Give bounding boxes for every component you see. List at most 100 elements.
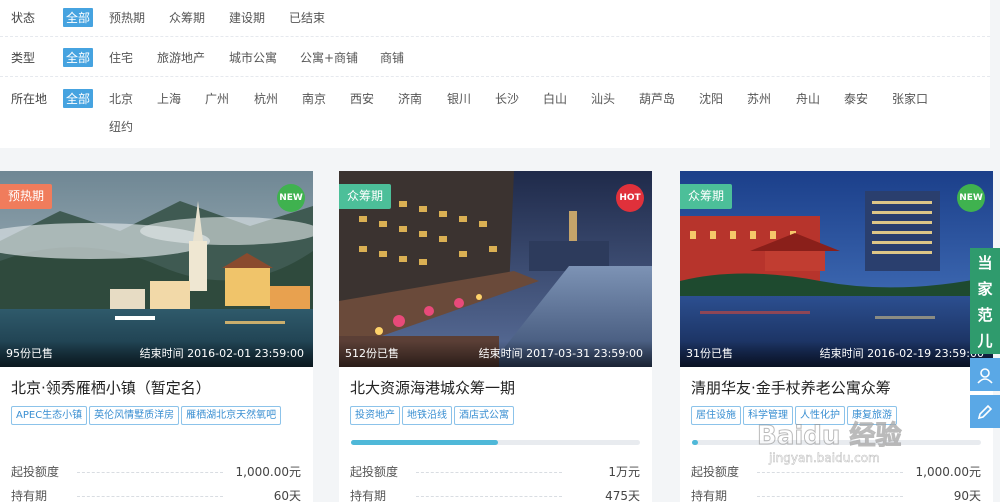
hot-badge: HOT [616, 184, 644, 212]
location-option[interactable]: 南京 [302, 90, 326, 107]
watermark-logo: Baidu 经验 [756, 421, 902, 452]
location-option[interactable]: 葫芦岛 [639, 90, 675, 107]
type-option-all[interactable]: 全部 [63, 48, 94, 67]
tag-chip: 居住设施 [691, 406, 741, 425]
filter-panel: 状态 全部 预热期 众筹期 建设期 已结束 类型 全部 住宅 旅游地产 城市公寓… [0, 0, 990, 148]
banner-char: 家 [977, 280, 993, 298]
sold-count: 31份已售 [686, 347, 733, 360]
location-option[interactable]: 杭州 [254, 90, 278, 107]
location-option[interactable]: 长沙 [495, 90, 519, 107]
location-option[interactable]: 沈阳 [699, 90, 723, 107]
status-option-ended[interactable]: 已结束 [289, 9, 325, 26]
min-investment-row: 起投额度 1,000.00元 [11, 463, 301, 481]
divider [416, 472, 562, 473]
divider [757, 496, 903, 497]
tag-chip: 雁栖湖北京天然氧吧 [181, 406, 282, 425]
status-option-preheat[interactable]: 预热期 [109, 9, 145, 26]
holding-period-row: 持有期 60天 [11, 487, 301, 502]
project-photo[interactable]: 预热期 NEW 95份已售 结束时间 2016-02-01 23:59:00 [0, 171, 313, 367]
watermark-url: jingyan.baidu.com [769, 451, 880, 466]
project-photo[interactable]: 众筹期 HOT 512份已售 结束时间 2017-03-31 23:59:00 [339, 171, 652, 367]
stage-tag: 预热期 [0, 184, 53, 209]
holding-period-value: 475天 [605, 489, 640, 502]
divider [416, 496, 562, 497]
funding-progress-bar [351, 440, 640, 445]
stage-tag: 众筹期 [339, 184, 392, 209]
project-title[interactable]: 清朋华友·金手杖养老公寓众筹 [691, 377, 891, 398]
min-investment-label: 起投额度 [691, 465, 740, 479]
status-option-crowdfunding[interactable]: 众筹期 [169, 9, 205, 26]
filter-label-status: 状态 [11, 11, 36, 25]
min-investment-value: 1,000.00元 [235, 465, 301, 479]
type-option-residential[interactable]: 住宅 [109, 49, 133, 66]
tag-chip: 地铁沿线 [402, 406, 452, 425]
banner-char: 儿 [977, 332, 993, 350]
stage-tag: 众筹期 [680, 184, 733, 209]
tag-chip: 投资地产 [350, 406, 400, 425]
project-card[interactable]: 众筹期 HOT 512份已售 结束时间 2017-03-31 23:59:00 … [339, 171, 652, 502]
holding-period-row: 持有期 90天 [691, 487, 981, 502]
funding-progress-fill [692, 440, 698, 445]
location-option[interactable]: 广州 [205, 90, 229, 107]
min-investment-row: 起投额度 1万元 [350, 463, 640, 481]
status-option-construction[interactable]: 建设期 [229, 9, 265, 26]
project-title[interactable]: 北大资源海港城众筹一期 [350, 377, 515, 398]
filter-row-location [0, 77, 990, 148]
location-option[interactable]: 舟山 [796, 90, 820, 107]
banner-char: 范 [977, 306, 993, 324]
location-option[interactable]: 白山 [543, 90, 567, 107]
type-option-apartment-shop[interactable]: 公寓+商铺 [300, 49, 358, 66]
min-investment-value: 1万元 [608, 465, 640, 479]
customer-service-button[interactable] [970, 358, 1000, 391]
location-option[interactable]: 纽约 [109, 118, 133, 135]
type-option-apartment[interactable]: 城市公寓 [229, 49, 277, 66]
funding-progress-fill [351, 440, 499, 445]
project-title[interactable]: 北京·领秀雁栖小镇（暂定名） [11, 377, 211, 398]
holding-period-label: 持有期 [691, 489, 728, 502]
location-option[interactable]: 上海 [157, 90, 181, 107]
holding-period-value: 60天 [273, 489, 301, 502]
filter-label-location: 所在地 [11, 92, 48, 106]
holding-period-value: 90天 [953, 489, 981, 502]
watermark: Baidu 经验 jingyan.baidu.com [756, 415, 957, 475]
tag-list: APEC生态小镇 英伦风情墅质洋房 雁栖湖北京天然氧吧 [11, 403, 283, 425]
pencil-icon [977, 404, 993, 419]
project-photo[interactable]: 众筹期 NEW 31份已售 结束时间 2016-02-19 23:59:00 [680, 171, 993, 367]
location-option[interactable]: 银川 [447, 90, 471, 107]
filter-row-type [0, 37, 990, 77]
location-option[interactable]: 汕头 [591, 90, 615, 107]
new-badge: NEW [957, 184, 985, 212]
location-option[interactable]: 苏州 [747, 90, 771, 107]
user-service-icon [977, 367, 993, 384]
holding-period-row: 持有期 475天 [350, 487, 640, 502]
end-time: 结束时间 2017-03-31 23:59:00 [478, 347, 643, 360]
project-card[interactable]: 预热期 NEW 95份已售 结束时间 2016-02-01 23:59:00 北… [0, 171, 313, 502]
min-investment-label: 起投额度 [11, 465, 60, 479]
end-time: 结束时间 2016-02-19 23:59:00 [819, 347, 984, 360]
holding-period-label: 持有期 [11, 489, 48, 502]
location-option[interactable]: 泰安 [844, 90, 868, 107]
location-option[interactable]: 北京 [109, 90, 133, 107]
location-option[interactable]: 济南 [398, 90, 422, 107]
filter-row-status [0, 0, 990, 37]
tag-chip: 英伦风情墅质洋房 [89, 406, 180, 425]
type-option-shop[interactable]: 商铺 [380, 49, 404, 66]
divider [77, 496, 223, 497]
tag-chip: APEC生态小镇 [11, 406, 88, 425]
holding-period-label: 持有期 [350, 489, 387, 502]
location-option-all[interactable]: 全部 [63, 89, 94, 108]
feedback-button[interactable] [970, 395, 1000, 428]
location-option[interactable]: 张家口 [892, 90, 928, 107]
filter-label-type: 类型 [11, 51, 36, 65]
sold-count: 95份已售 [6, 347, 53, 360]
type-option-tourism[interactable]: 旅游地产 [157, 49, 205, 66]
tag-chip: 酒店式公寓 [454, 406, 514, 425]
tag-list: 投资地产 地铁沿线 酒店式公寓 [350, 403, 516, 425]
divider [77, 472, 223, 473]
status-option-all[interactable]: 全部 [63, 8, 94, 27]
floating-sidebar: 当 家 范 儿 [970, 248, 1000, 428]
banner-char: 当 [977, 254, 993, 272]
new-badge: NEW [277, 184, 305, 212]
location-option[interactable]: 西安 [350, 90, 374, 107]
promo-banner[interactable]: 当 家 范 儿 [970, 248, 1000, 354]
